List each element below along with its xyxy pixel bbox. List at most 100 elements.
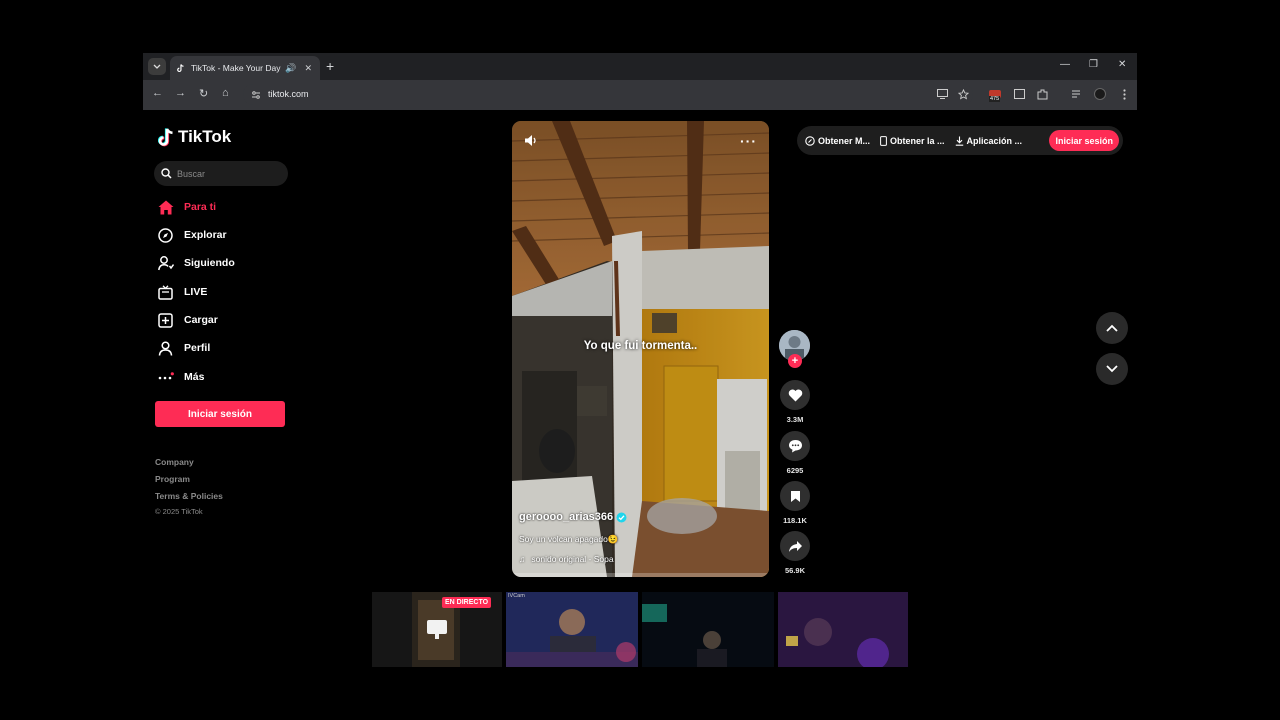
like-button[interactable] (780, 380, 810, 410)
live-preview (642, 592, 774, 667)
logo-text: TikTok (178, 127, 232, 146)
sidebar-item-cargar[interactable]: Cargar (157, 309, 287, 331)
desktop-app-link[interactable]: Aplicación ... (955, 136, 1022, 146)
sidebar-item-label: Perfil (184, 342, 211, 354)
share-button[interactable] (780, 531, 810, 561)
sidebar-item-siguiendo[interactable]: Siguiendo (157, 252, 287, 274)
phone-icon (880, 135, 887, 146)
media-control-icon[interactable] (1071, 88, 1083, 100)
music-note-icon: ♫ (519, 554, 526, 564)
sidebar-item-label: Explorar (184, 229, 227, 241)
url-text: tiktok.com (268, 89, 309, 99)
tab-strip: TikTok - Make Your Day 🔊 ✕ + — ❐ ✕ (143, 53, 1137, 80)
upload-plus-icon (157, 312, 174, 329)
tab-audio-icon[interactable]: 🔊 (285, 63, 296, 74)
video-more-options-icon[interactable]: ··· (740, 133, 757, 149)
sidebar-item-label: LIVE (184, 286, 208, 298)
live-thumbnail-1[interactable]: EN DIRECTO (372, 592, 502, 667)
like-count: 3.3M (786, 415, 804, 424)
chevron-up-icon (1106, 324, 1118, 332)
footer-program-link[interactable]: Program (155, 471, 223, 488)
sidebar-item-explorar[interactable]: Explorar (157, 224, 287, 246)
get-coins-link[interactable]: Obtener M... (805, 136, 870, 146)
save-button[interactable] (780, 481, 810, 511)
video-username[interactable]: geroooo_arias366 (519, 511, 613, 523)
compass-icon (157, 227, 174, 244)
video-sound-label: sonido original - Sopa (531, 554, 614, 564)
browser-tab[interactable]: TikTok - Make Your Day 🔊 ✕ (170, 56, 320, 80)
new-tab-button[interactable]: + (326, 58, 334, 74)
comment-count: 6295 (786, 466, 804, 475)
comment-icon (788, 440, 802, 453)
extension-badge: 475 (989, 96, 1001, 102)
sidebar-item-label: Para ti (184, 201, 217, 213)
topbar-login-button[interactable]: Iniciar sesión (1049, 130, 1119, 151)
search-icon (161, 168, 172, 179)
video-description: Soy un volcan apagado😉 (519, 534, 619, 544)
previous-video-button[interactable] (1096, 312, 1128, 344)
video-sound[interactable]: ♫ sonido original - Sopa (519, 554, 614, 564)
volume-icon[interactable] (524, 134, 538, 152)
sidebar-item-label: Cargar (184, 314, 218, 326)
live-preview (506, 592, 638, 667)
follow-plus-button[interactable]: + (788, 354, 802, 368)
minimize-icon[interactable]: — (1060, 59, 1070, 70)
restore-icon[interactable]: ❐ (1089, 59, 1098, 70)
cast-icon[interactable] (936, 88, 948, 100)
video-progress-bar[interactable] (512, 573, 769, 577)
home-browser-icon[interactable]: ⌂ (222, 87, 229, 99)
footer-company-link[interactable]: Company (155, 454, 223, 471)
get-app-link[interactable]: Obtener la ... (880, 136, 945, 146)
window-close-icon[interactable]: ✕ (1118, 59, 1126, 70)
address-bar[interactable]: tiktok.com (243, 84, 973, 105)
footer-terms-link[interactable]: Terms & Policies (155, 488, 223, 505)
comment-button[interactable] (780, 431, 810, 461)
live-thumbnail-2[interactable]: IVCam (506, 592, 638, 667)
live-preview (778, 592, 908, 667)
chevron-down-icon (1106, 365, 1118, 373)
extension-picture-icon[interactable] (1013, 88, 1025, 100)
bookmark-star-icon[interactable] (957, 88, 969, 100)
get-coins-label: Obtener M... (818, 135, 871, 146)
sidebar-item-para-ti[interactable]: Para ti (157, 196, 287, 218)
profile-icon (157, 340, 174, 357)
sidebar-login-button[interactable]: Iniciar sesión (155, 401, 285, 427)
profile-avatar-icon[interactable] (1094, 88, 1106, 100)
sidebar-item-live[interactable]: LIVE (157, 281, 287, 303)
forward-icon[interactable]: → (175, 87, 186, 99)
search-input[interactable] (177, 168, 277, 179)
sidebar-item-mas[interactable]: Más (157, 366, 287, 388)
extensions-puzzle-icon[interactable] (1036, 88, 1048, 100)
next-video-button[interactable] (1096, 353, 1128, 385)
download-icon (955, 136, 963, 146)
browser-toolbar: ← → ↻ ⌂ tiktok.com (143, 80, 1137, 110)
footer-copyright: © 2025 TikTok (155, 507, 203, 516)
live-label: IVCam (508, 593, 525, 599)
sidebar-item-label: Siguiendo (184, 257, 235, 269)
video-player[interactable]: ··· Yo que fui tormenta.. geroooo_arias3… (512, 121, 769, 577)
more-dots-icon (157, 369, 174, 386)
coin-icon (805, 135, 815, 146)
site-info-icon[interactable] (249, 88, 262, 101)
heart-icon (788, 389, 802, 401)
search-box[interactable] (154, 161, 288, 186)
live-thumbnail-4[interactable] (778, 592, 908, 667)
video-author[interactable]: geroooo_arias366 (519, 511, 627, 523)
tab-title: TikTok - Make Your Day (191, 63, 281, 73)
tab-close-icon[interactable]: ✕ (304, 63, 312, 74)
browser-window: TikTok - Make Your Day 🔊 ✕ + — ❐ ✕ ← → ↻… (143, 53, 1137, 110)
user-follow-icon (157, 255, 174, 272)
tab-search-button[interactable] (148, 58, 166, 75)
tiktok-logo[interactable]: TikTok (158, 127, 231, 147)
verified-badge-icon (616, 512, 627, 522)
video-caption-overlay: Yo que fui tormenta.. (583, 340, 698, 352)
live-thumbnail-3[interactable] (642, 592, 774, 667)
top-right-bar: Obtener M... Obtener la ... Aplicación .… (797, 126, 1123, 155)
browser-menu-icon[interactable] (1118, 88, 1130, 100)
back-icon[interactable]: ← (152, 87, 163, 99)
chevron-down-icon (153, 64, 161, 69)
reload-icon[interactable]: ↻ (199, 87, 208, 100)
sidebar-item-perfil[interactable]: Perfil (157, 337, 287, 359)
share-count: 56.9K (784, 566, 805, 575)
sidebar-item-label: Más (184, 371, 205, 383)
